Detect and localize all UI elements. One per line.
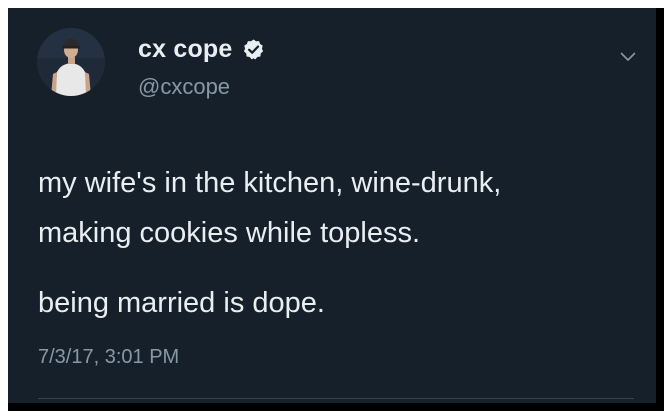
user-handle[interactable]: @cxcope xyxy=(138,74,230,100)
tweet-timestamp[interactable]: 7/3/17, 3:01 PM xyxy=(38,346,179,369)
tweet-text-line: making cookies while topless. xyxy=(38,217,421,249)
display-name[interactable]: cx cope xyxy=(138,35,233,64)
tweet-card: cx cope @cxcope my wife's in the kitchen… xyxy=(8,8,656,403)
author-row: cx cope xyxy=(138,34,265,64)
tweet-text-paragraph: being married is dope. xyxy=(38,287,325,319)
chevron-down-icon[interactable] xyxy=(620,52,636,62)
avatar[interactable] xyxy=(37,28,105,96)
tweet-text: my wife's in the kitchen, wine-drunk, ma… xyxy=(38,158,638,258)
divider xyxy=(38,398,634,399)
avatar-photo xyxy=(37,28,105,96)
tweet-text-line: my wife's in the kitchen, wine-drunk, xyxy=(38,167,502,199)
verified-badge-icon xyxy=(242,38,265,61)
